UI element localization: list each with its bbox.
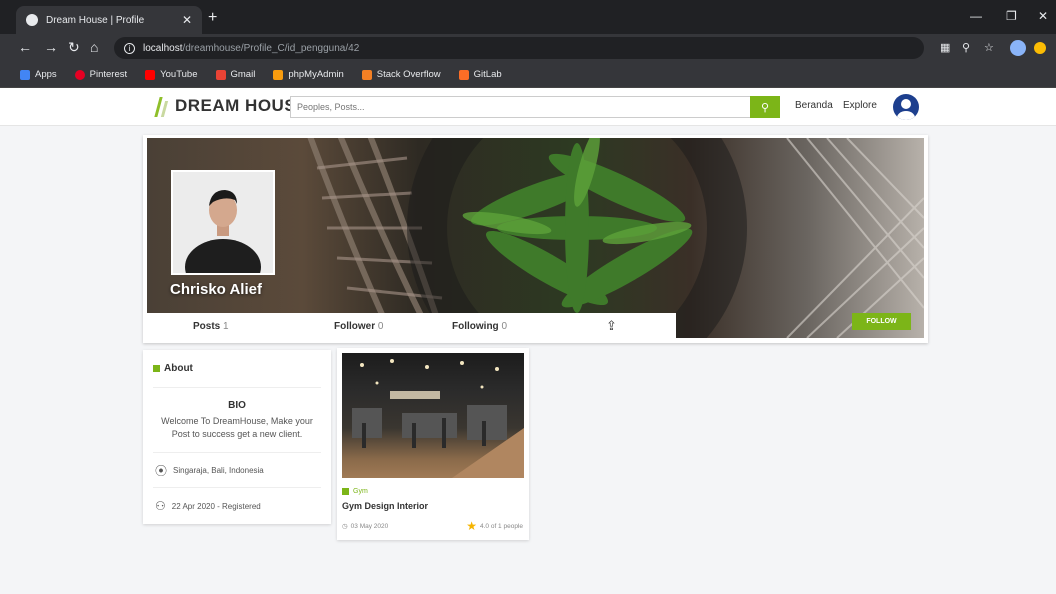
post-image-art xyxy=(352,359,524,478)
tab-favicon-icon xyxy=(26,14,38,26)
section-marker-icon xyxy=(153,365,160,372)
info-icon[interactable]: i xyxy=(124,42,135,54)
gmail-icon xyxy=(215,69,226,80)
url-host: localhost xyxy=(143,42,183,54)
translate-icon[interactable]: ▦ xyxy=(940,41,950,54)
bookmark-pinterest[interactable]: Pinterest xyxy=(74,69,127,80)
bio-text: Welcome To DreamHouse, Make your Post to… xyxy=(161,416,313,439)
profile-photo-art xyxy=(173,172,273,273)
profile-name: Chrisko Alief xyxy=(170,281,262,298)
minimize-icon[interactable]: — xyxy=(970,9,982,23)
category-marker-icon xyxy=(342,488,349,495)
profile-stats-bar: Posts 1 Follower 0 Following 0 ⇪ xyxy=(147,313,676,339)
bio-title: BIO xyxy=(228,400,246,411)
apps-icon xyxy=(20,69,30,80)
star-icon: ★ xyxy=(466,519,477,533)
address-bar: ← → ↻ ⌂ i localhost /dreamhouse/Profile_… xyxy=(0,34,1056,62)
gitlab-icon xyxy=(458,69,469,80)
post-category: Gym xyxy=(342,488,368,495)
bookmark-apps[interactable]: Apps xyxy=(20,69,57,80)
user-avatar-icon[interactable] xyxy=(893,94,919,120)
post-rating: ★ 4.0 of 1 people xyxy=(466,519,523,533)
close-window-icon[interactable]: ✕ xyxy=(1038,9,1048,23)
search-input[interactable] xyxy=(290,96,750,118)
back-icon[interactable]: ← xyxy=(18,39,32,55)
nav-beranda[interactable]: Beranda xyxy=(795,100,833,111)
forward-icon[interactable]: → xyxy=(44,39,58,55)
clock-icon: ◷ xyxy=(342,523,348,530)
url-field[interactable]: i localhost /dreamhouse/Profile_C/id_pen… xyxy=(114,37,924,59)
browser-profile-icon[interactable] xyxy=(1010,40,1026,56)
site-header: DREAM HOUSE ⚲ Beranda Explore xyxy=(0,88,1056,126)
bookmarks-bar: Apps Pinterest YouTube Gmail phpMyAdmin … xyxy=(0,62,1056,88)
logo-mark-icon xyxy=(155,95,171,117)
bookmark-stackoverflow[interactable]: Stack Overflow xyxy=(361,69,441,80)
bookmark-gitlab[interactable]: GitLab xyxy=(458,69,502,80)
about-card: About BIO Welcome To DreamHouse, Make yo… xyxy=(143,350,331,524)
phpmyadmin-icon xyxy=(273,69,284,80)
new-tab-icon[interactable]: + xyxy=(208,9,217,27)
bookmark-star-icon[interactable]: ☆ xyxy=(984,41,994,54)
location-row: ⦿ Singaraja, Bali, Indonesia xyxy=(155,464,264,478)
logo[interactable]: DREAM HOUSE xyxy=(155,95,308,117)
stackoverflow-icon xyxy=(361,69,372,80)
search-button[interactable]: ⚲ xyxy=(750,96,780,118)
tab-title: Dream House | Profile xyxy=(46,14,145,26)
restore-icon[interactable]: ❐ xyxy=(1006,9,1017,23)
browser-tab[interactable]: Dream House | Profile ✕ xyxy=(16,6,202,34)
bookmark-phpmyadmin[interactable]: phpMyAdmin xyxy=(273,69,344,80)
location-pin-icon: ⦿ xyxy=(155,464,168,478)
pinterest-icon xyxy=(74,69,85,80)
post-title[interactable]: Gym Design Interior xyxy=(342,501,428,511)
logo-text: DREAM HOUSE xyxy=(175,96,309,115)
nav-explore[interactable]: Explore xyxy=(843,100,877,111)
post-date: ◷ 03 May 2020 xyxy=(342,522,389,531)
share-icon[interactable]: ⇪ xyxy=(606,318,617,334)
zoom-icon[interactable]: ⚲ xyxy=(962,41,970,54)
stat-follower[interactable]: Follower 0 xyxy=(334,321,383,332)
follow-button[interactable]: FOLLOW xyxy=(852,313,911,330)
divider xyxy=(153,387,321,388)
user-add-icon: ⚇ xyxy=(155,499,166,513)
registered-row: ⚇ 22 Apr 2020 - Registered xyxy=(155,499,261,513)
home-icon[interactable]: ⌂ xyxy=(90,39,98,55)
extension-icon[interactable] xyxy=(1034,42,1046,54)
url-path: /dreamhouse/Profile_C/id_pengguna/42 xyxy=(182,42,360,54)
tab-close-icon[interactable]: ✕ xyxy=(182,13,192,27)
post-card[interactable]: Gym Gym Design Interior ◷ 03 May 2020 ★ … xyxy=(337,348,529,540)
divider xyxy=(153,452,321,453)
divider xyxy=(153,487,321,488)
youtube-icon xyxy=(145,69,156,80)
profile-photo xyxy=(171,170,275,275)
stat-posts[interactable]: Posts 1 xyxy=(193,321,229,332)
reload-icon[interactable]: ↻ xyxy=(68,39,80,56)
stat-following[interactable]: Following 0 xyxy=(452,321,507,332)
bookmark-gmail[interactable]: Gmail xyxy=(215,69,255,80)
post-image[interactable] xyxy=(342,353,524,478)
bookmark-youtube[interactable]: YouTube xyxy=(145,69,198,80)
browser-tab-bar: Dream House | Profile ✕ + — ❐ ✕ xyxy=(0,0,1056,34)
search-bar: ⚲ xyxy=(290,96,780,118)
about-heading: About xyxy=(153,363,193,374)
search-icon: ⚲ xyxy=(760,101,770,114)
